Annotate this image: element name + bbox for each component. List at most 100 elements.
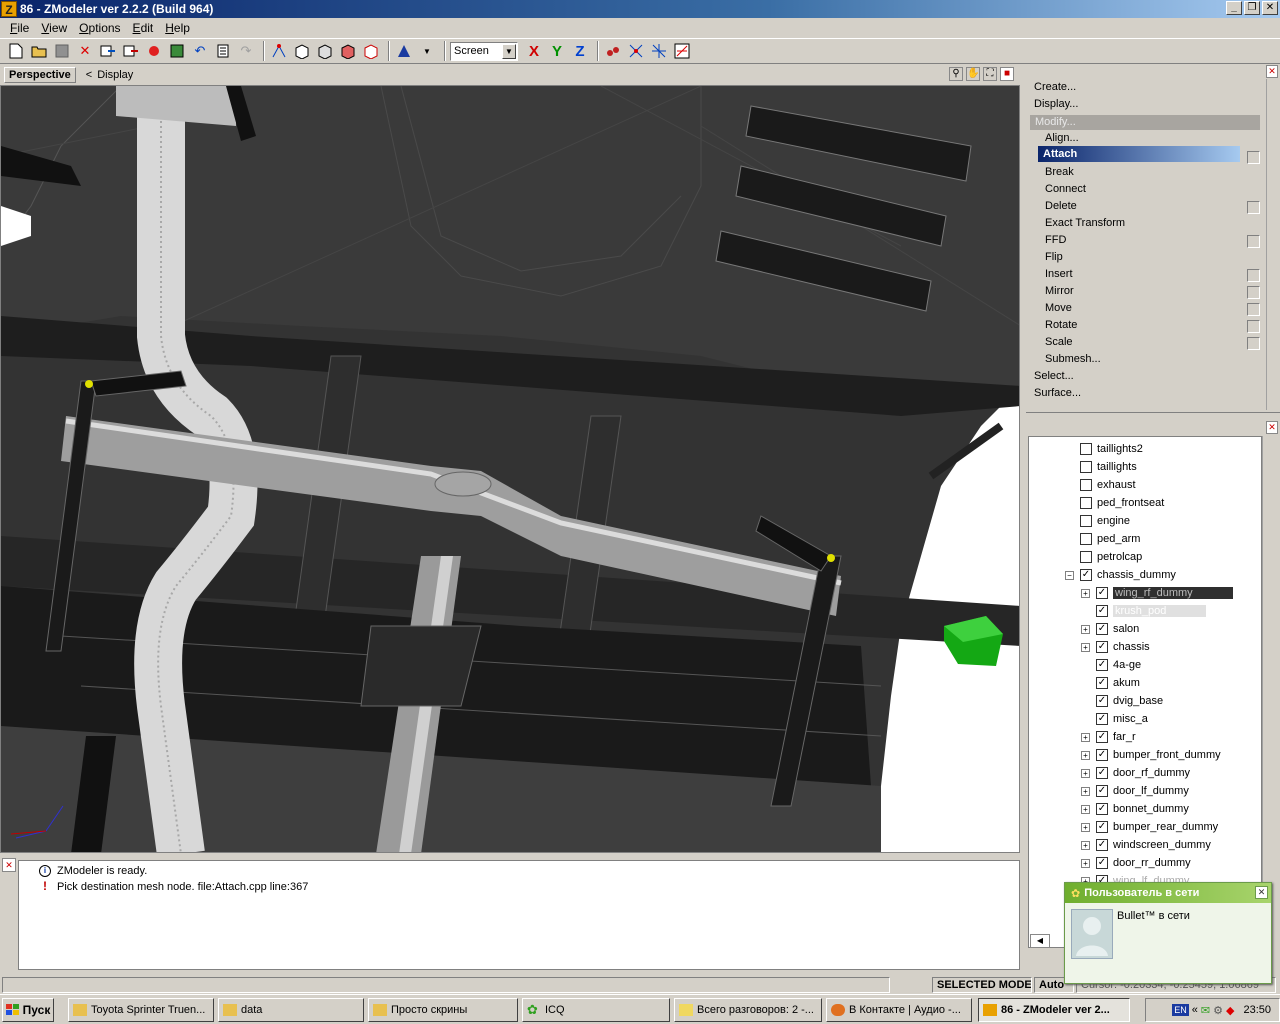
tray-collapse-icon[interactable]: « <box>1192 1004 1198 1016</box>
task-vkontakte[interactable]: В Контакте | Аудио -... <box>826 998 972 1022</box>
collapse-icon[interactable]: − <box>1065 570 1074 580</box>
task-toyota-sprinter[interactable]: Toyota Sprinter Truen... <box>68 998 214 1022</box>
menu-view[interactable]: View <box>35 21 73 35</box>
attach-options-checkbox[interactable] <box>1247 151 1260 164</box>
pan-hand-icon[interactable]: ✋ <box>966 67 980 81</box>
tree-item-checkbox[interactable]: ✓ <box>1096 731 1108 743</box>
align-command[interactable]: Align... <box>1045 132 1079 144</box>
modify-command[interactable]: Modify... <box>1030 115 1260 130</box>
select-command[interactable]: Select... <box>1034 370 1074 382</box>
expand-icon[interactable]: + <box>1081 624 1090 634</box>
tree-item-checkbox[interactable]: ✓ <box>1080 569 1092 581</box>
move-command[interactable]: Move <box>1045 302 1072 314</box>
save-icon[interactable] <box>52 41 72 61</box>
coordinate-system-select[interactable]: Screen ▼ <box>450 41 518 61</box>
surface-mode-icon[interactable] <box>338 41 358 61</box>
tree-item[interactable]: − ✓ chassis_dummy <box>1065 567 1176 583</box>
task-prosto-skriny[interactable]: Просто скрины <box>368 998 518 1022</box>
task-conversations[interactable]: Всего разговоров: 2 -... <box>674 998 822 1022</box>
rotate-options-checkbox[interactable] <box>1247 320 1260 333</box>
lock-axis-icon[interactable] <box>626 41 646 61</box>
tree-item[interactable]: ✓ misc_a <box>1081 711 1148 727</box>
tree-item[interactable]: ✓ krush_pod <box>1081 603 1207 619</box>
tree-item[interactable]: engine <box>1065 513 1130 529</box>
mirror-options-checkbox[interactable] <box>1247 286 1260 299</box>
tree-item-checkbox[interactable]: ✓ <box>1096 839 1108 851</box>
tree-item-checkbox[interactable]: ✓ <box>1096 623 1108 635</box>
tree-item[interactable]: + ✓ door_rr_dummy <box>1081 855 1191 871</box>
ffd-options-checkbox[interactable] <box>1247 235 1260 248</box>
expand-icon[interactable]: + <box>1081 732 1090 742</box>
tree-item[interactable]: ✓ akum <box>1081 675 1140 691</box>
tree-item-checkbox[interactable]: ✓ <box>1096 695 1108 707</box>
object-mode-icon[interactable] <box>315 41 335 61</box>
open-folder-icon[interactable] <box>29 41 49 61</box>
record-icon[interactable] <box>144 41 164 61</box>
tree-item[interactable]: ped_frontseat <box>1065 495 1164 511</box>
close-viewport-icon[interactable]: ■ <box>1000 67 1014 81</box>
import-icon[interactable] <box>98 41 118 61</box>
scale-options-checkbox[interactable] <box>1247 337 1260 350</box>
tree-scrollbar[interactable] <box>1262 436 1276 948</box>
icq-close-icon[interactable]: ✕ <box>1255 886 1268 899</box>
tree-item-checkbox[interactable]: ✓ <box>1096 767 1108 779</box>
tray-network-icon[interactable]: ⚙ <box>1213 1004 1223 1017</box>
render-icon[interactable] <box>167 41 187 61</box>
tree-item-checkbox[interactable] <box>1080 551 1092 563</box>
break-command[interactable]: Break <box>1045 166 1074 178</box>
tree-item-checkbox[interactable]: ✓ <box>1096 749 1108 761</box>
close-log-icon[interactable]: ✕ <box>2 858 16 872</box>
tree-item-checkbox[interactable]: ✓ <box>1096 587 1108 599</box>
task-zmodeler[interactable]: 86 - ZModeler ver 2... <box>978 998 1130 1022</box>
tree-item-checkbox[interactable]: ✓ <box>1096 713 1108 725</box>
tree-item[interactable]: petrolcap <box>1065 549 1142 565</box>
commands-scrollbar[interactable] <box>1266 79 1278 410</box>
new-file-icon[interactable] <box>6 41 26 61</box>
tree-item-checkbox[interactable]: ✓ <box>1096 677 1108 689</box>
mirror-command[interactable]: Mirror <box>1045 285 1074 297</box>
icq-notification[interactable]: ✿ Пользователь в сети ✕ Bullet™ в сети <box>1064 882 1272 984</box>
tree-item[interactable]: + ✓ bumper_front_dummy <box>1081 747 1221 763</box>
undo-icon[interactable]: ↶ <box>190 41 210 61</box>
polygon-mode-icon[interactable] <box>292 41 312 61</box>
minimize-button[interactable]: _ <box>1226 1 1242 15</box>
viewport-name-button[interactable]: Perspective <box>4 67 76 83</box>
axis-x-button[interactable]: X <box>524 43 544 60</box>
tree-item-checkbox[interactable]: ✓ <box>1096 803 1108 815</box>
expand-icon[interactable]: + <box>1081 786 1090 796</box>
tree-item-checkbox[interactable] <box>1080 515 1092 527</box>
mirror-axis-icon[interactable] <box>649 41 669 61</box>
delete-command[interactable]: Delete <box>1045 200 1077 212</box>
tree-item-checkbox[interactable] <box>1080 497 1092 509</box>
tree-item[interactable]: + ✓ far_r <box>1081 729 1136 745</box>
menu-help[interactable]: Help <box>159 21 196 35</box>
tree-item-checkbox[interactable] <box>1080 533 1092 545</box>
expand-icon[interactable]: + <box>1081 804 1090 814</box>
menu-edit[interactable]: Edit <box>127 21 160 35</box>
delete-options-checkbox[interactable] <box>1247 201 1260 214</box>
tree-item[interactable]: + ✓ bumper_rear_dummy <box>1081 819 1218 835</box>
viewport-back-arrow[interactable]: < <box>86 69 92 81</box>
start-button[interactable]: Пуск <box>2 997 54 1022</box>
tree-item[interactable]: ✓ 4a-ge <box>1081 657 1141 673</box>
submesh-command[interactable]: Submesh... <box>1045 353 1101 365</box>
expand-icon[interactable]: + <box>1081 768 1090 778</box>
tree-item-checkbox[interactable] <box>1080 461 1092 473</box>
snap-icon[interactable] <box>603 41 623 61</box>
close-button[interactable]: ✕ <box>1262 1 1278 15</box>
pivot-dropdown-icon[interactable]: ▼ <box>417 41 437 61</box>
tray-antivirus-icon[interactable]: ◆ <box>1226 1004 1234 1017</box>
pivot-icon[interactable] <box>394 41 414 61</box>
tree-item-checkbox[interactable] <box>1080 443 1092 455</box>
move-options-checkbox[interactable] <box>1247 303 1260 316</box>
expand-icon[interactable]: + <box>1081 822 1090 832</box>
scene-tree[interactable]: taillights2 taillights exhaust ped_frontsea… <box>1028 436 1262 948</box>
attach-command[interactable]: Attach <box>1038 146 1240 162</box>
flip-command[interactable]: Flip <box>1045 251 1063 263</box>
selection-mode-icon[interactable] <box>361 41 381 61</box>
tree-item[interactable]: + ✓ windscreen_dummy <box>1081 837 1211 853</box>
scale-command[interactable]: Scale <box>1045 336 1073 348</box>
task-data[interactable]: data <box>218 998 364 1022</box>
tree-item-checkbox[interactable]: ✓ <box>1096 821 1108 833</box>
tree-item[interactable]: + ✓ chassis <box>1081 639 1150 655</box>
